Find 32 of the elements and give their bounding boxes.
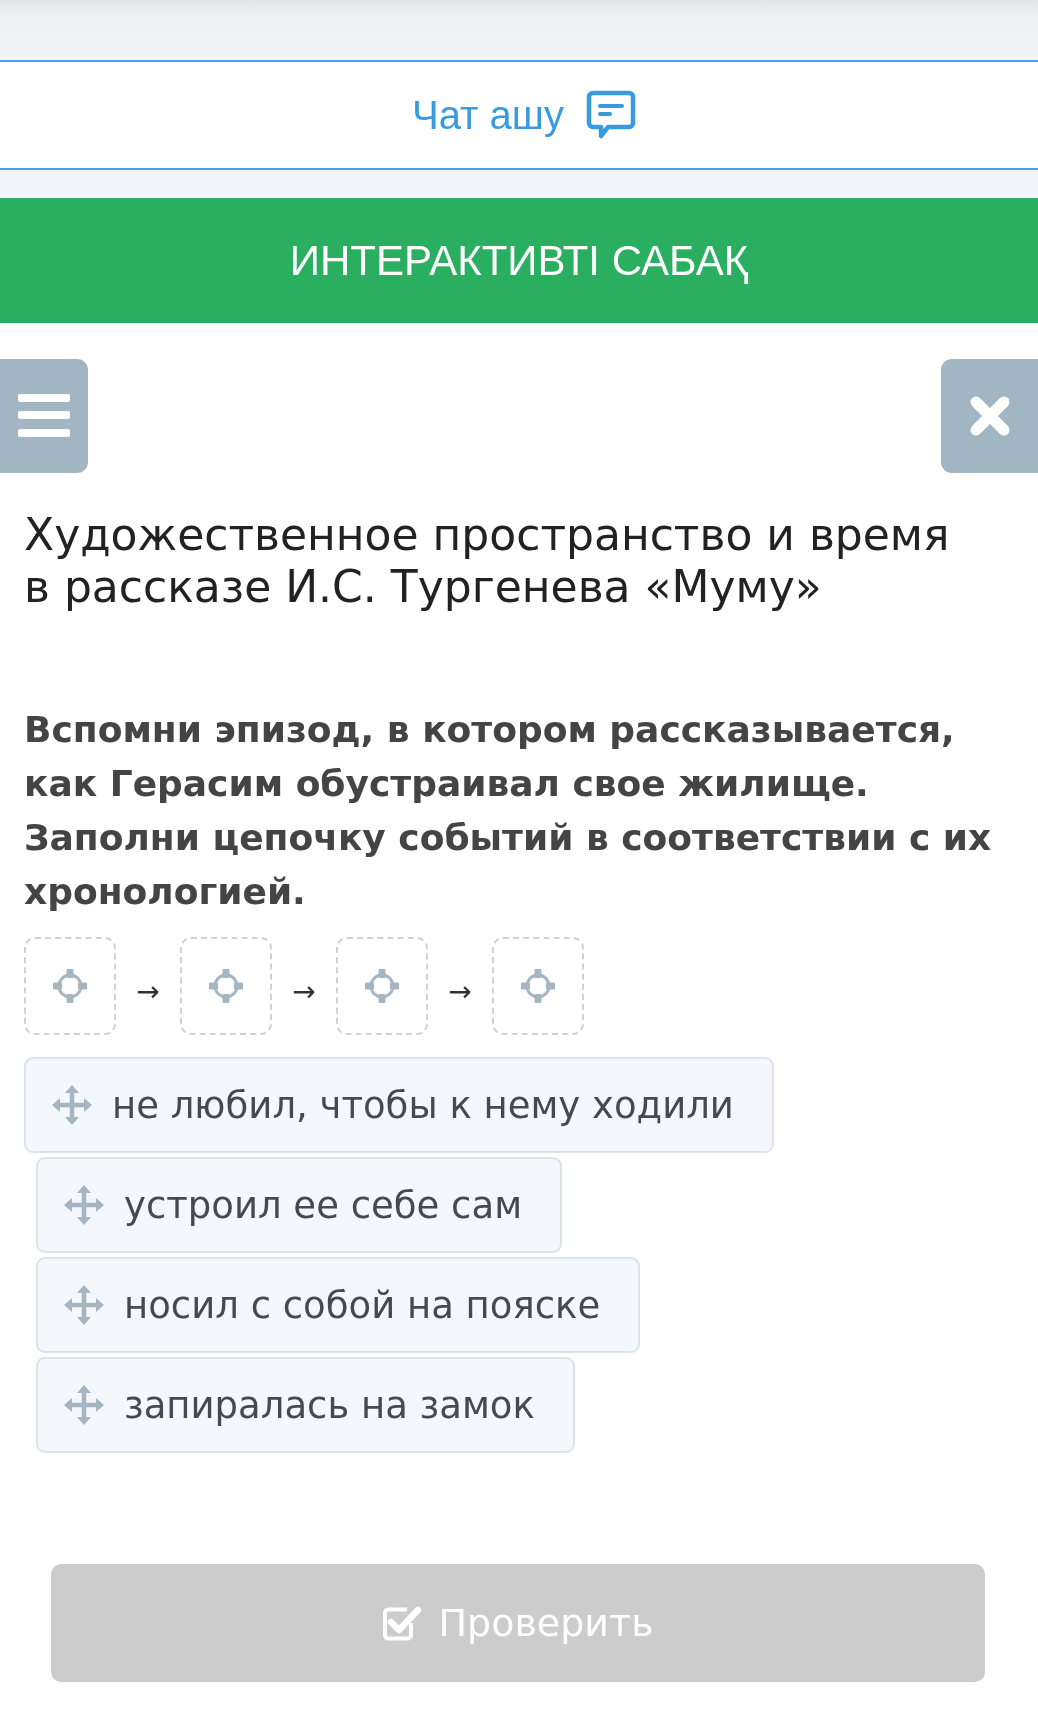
lesson-title: Художественное пространство и время в рассказе И.С. Тургенева «Муму» bbox=[24, 509, 951, 613]
check-square-icon bbox=[382, 1604, 423, 1642]
drop-slot[interactable] bbox=[492, 937, 584, 1035]
arrow-sign: → bbox=[447, 974, 473, 1008]
arrow-sign: → bbox=[135, 974, 161, 1008]
crosshair-icon bbox=[365, 969, 399, 1003]
crosshair-icon bbox=[209, 969, 243, 1003]
menu-button[interactable] bbox=[0, 359, 88, 473]
arrow-sign: → bbox=[291, 974, 317, 1008]
answer-text: носил с собой на пояске bbox=[124, 1283, 601, 1327]
move-icon bbox=[64, 1285, 104, 1325]
answer-text: не любил, чтобы к нему ходили bbox=[112, 1083, 734, 1127]
answer-chip[interactable]: носил с собой на пояске bbox=[36, 1257, 641, 1353]
drop-slot[interactable] bbox=[24, 937, 116, 1035]
close-button[interactable] bbox=[941, 359, 1038, 473]
crosshair-icon bbox=[53, 969, 87, 1003]
move-icon bbox=[64, 1385, 104, 1425]
move-icon bbox=[64, 1185, 104, 1225]
answer-text: запиралась на замок bbox=[124, 1383, 535, 1427]
answer-text: устроил ее себе сам bbox=[124, 1183, 523, 1227]
answer-chip[interactable]: устроил ее себе сам bbox=[36, 1157, 563, 1253]
move-icon bbox=[52, 1085, 92, 1125]
chat-icon bbox=[585, 90, 636, 140]
crosshair-icon bbox=[521, 969, 555, 1003]
menu-icon bbox=[18, 394, 70, 438]
drop-slot[interactable] bbox=[180, 937, 272, 1035]
answer-chip[interactable]: не любил, чтобы к нему ходили bbox=[24, 1057, 774, 1153]
banner-title: ИНТЕРАКТИВТІ САБАҚ bbox=[289, 236, 749, 285]
close-icon bbox=[969, 396, 1010, 436]
drop-slot[interactable] bbox=[336, 937, 428, 1035]
task-question: Вспомни эпизод, в котором рассказывается, как Герасим обустраивал свое жилище. Заполни цепочку событий в соответствии с их хронологией. bbox=[24, 708, 993, 914]
answer-chip[interactable]: запиралась на замок bbox=[36, 1357, 575, 1453]
